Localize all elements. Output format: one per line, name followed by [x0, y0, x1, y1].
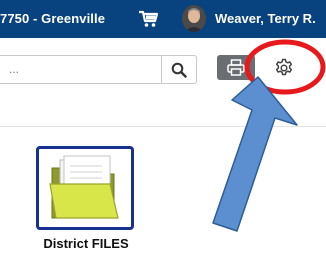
- district-files-tile[interactable]: [36, 146, 134, 230]
- divider: [0, 126, 326, 127]
- search-input[interactable]: [9, 61, 149, 77]
- print-button[interactable]: [217, 55, 255, 80]
- cart-icon[interactable]: [138, 10, 160, 28]
- search-box: [0, 55, 197, 84]
- user-name[interactable]: Weaver, Terry R.: [215, 11, 316, 26]
- location-label[interactable]: 7750 - Greenville: [0, 11, 105, 26]
- avatar[interactable]: [182, 5, 206, 32]
- settings-button[interactable]: [271, 55, 297, 81]
- search-button[interactable]: [161, 56, 196, 83]
- pointer-arrow: [212, 76, 298, 232]
- tile-label[interactable]: District FILES: [26, 236, 146, 251]
- top-navigation-bar: 7750 - Greenville Weaver, Terry R.: [0, 0, 326, 38]
